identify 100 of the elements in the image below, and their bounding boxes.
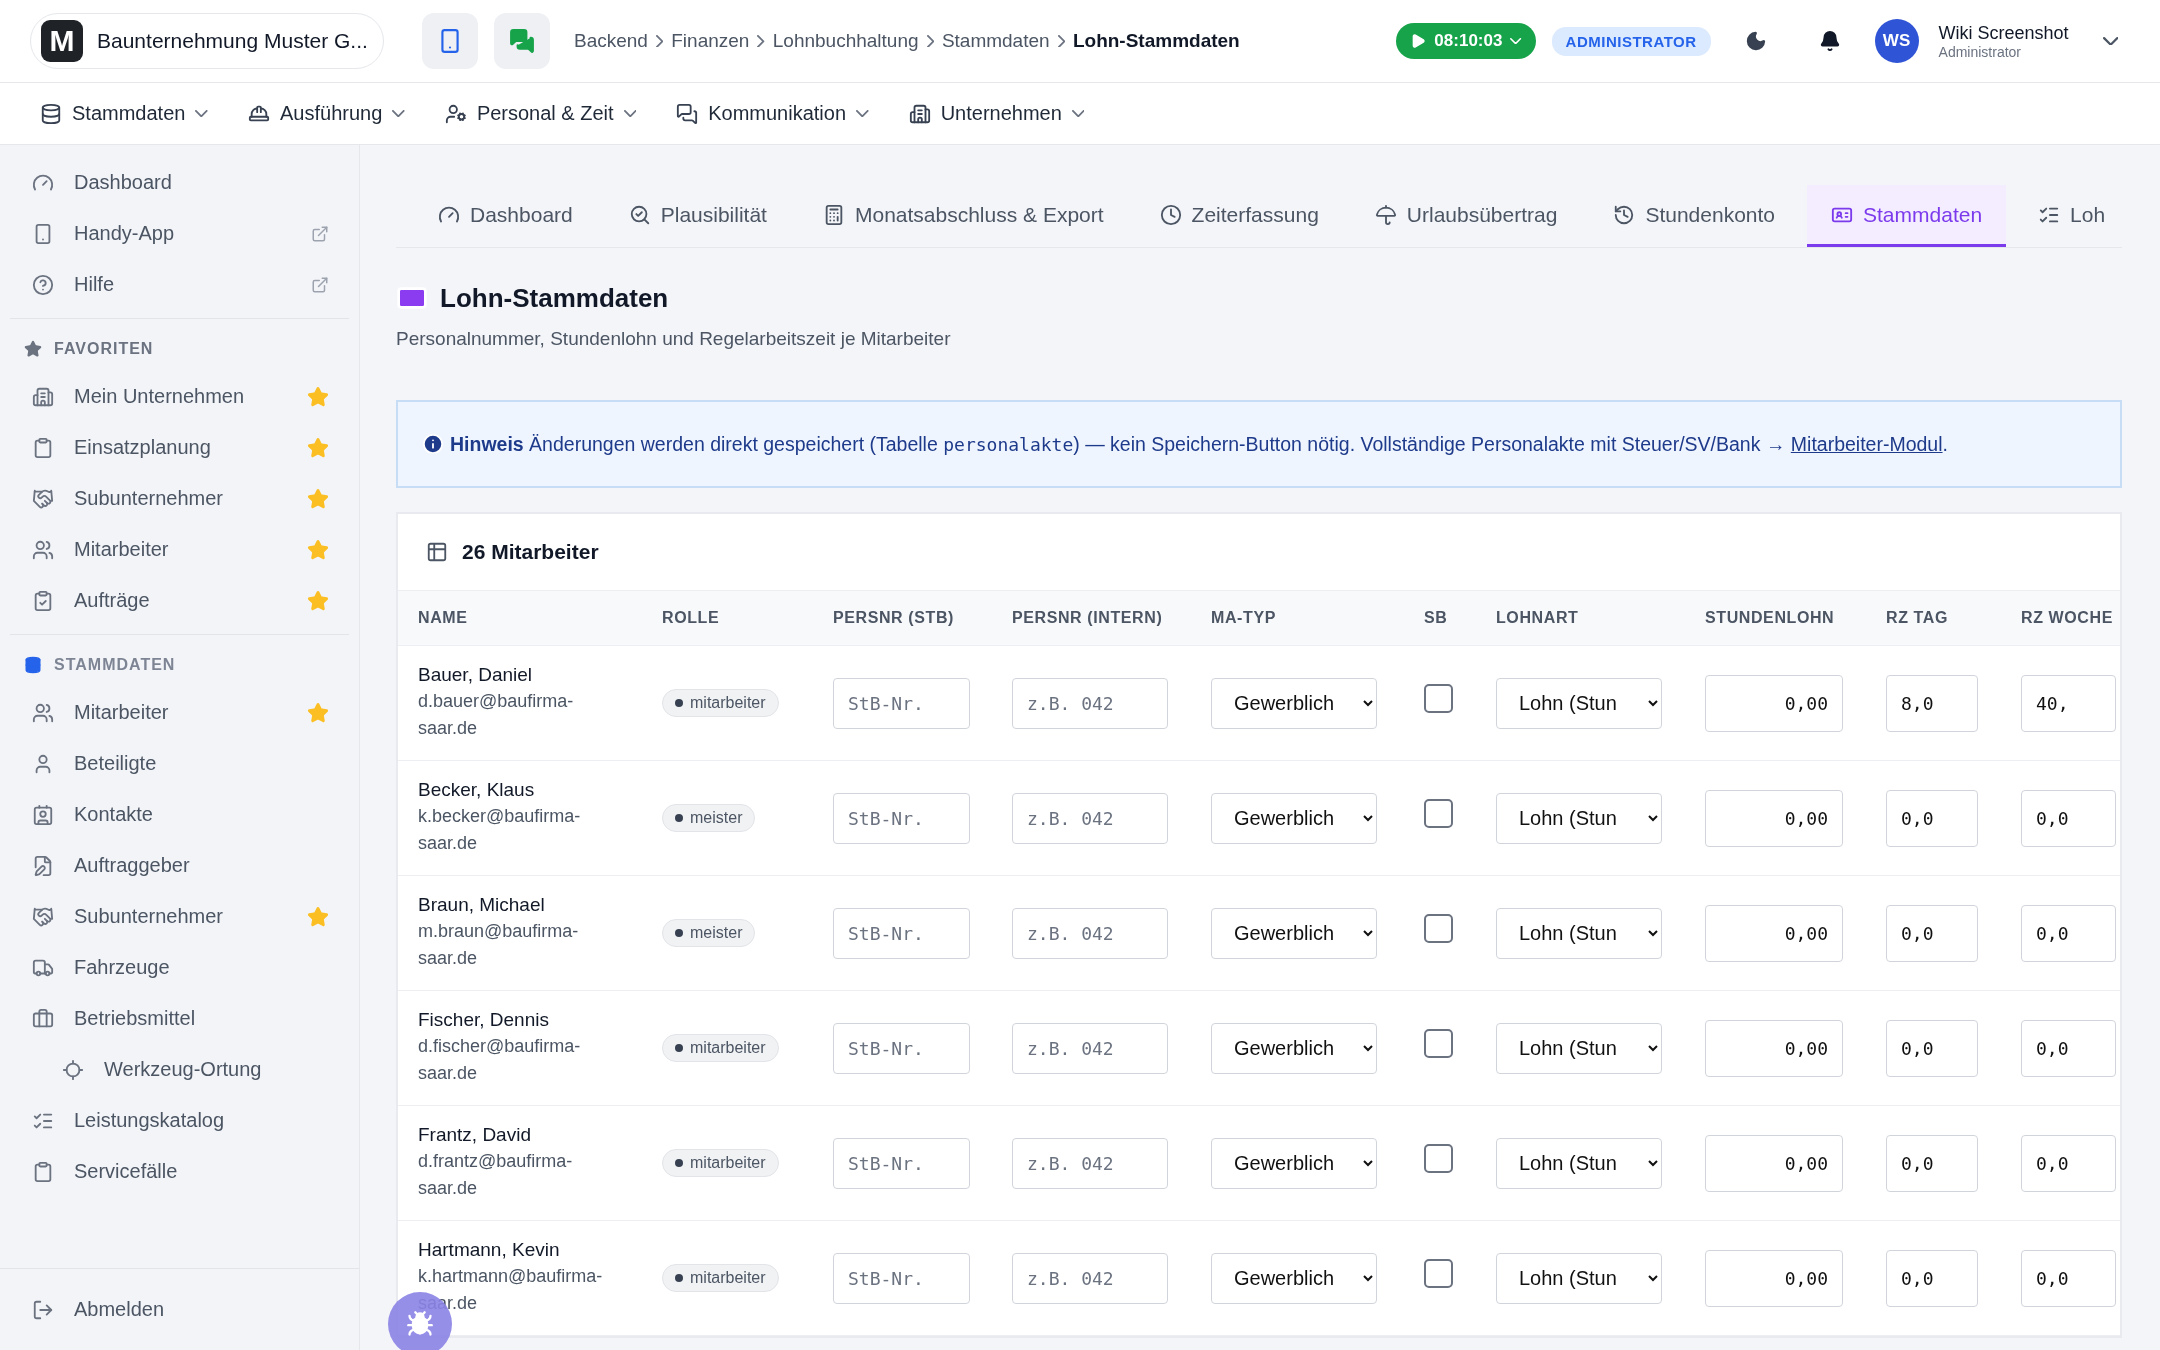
sidebar-item[interactable]: Werkzeug-Ortung <box>10 1044 349 1095</box>
input-field[interactable]: StB-Nr. <box>833 1137 970 1189</box>
sidebar-item[interactable]: Einsatzplanung <box>10 422 349 473</box>
input-field[interactable]: 0,00 <box>1705 1019 1843 1077</box>
input-field[interactable]: 0,00 <box>1705 904 1843 962</box>
tab[interactable]: Zeiterfassung <box>1135 185 1343 247</box>
input-field[interactable]: 8,0 <box>1886 674 1978 732</box>
select-field[interactable]: Lohn (Stun <box>1496 1022 1662 1074</box>
logout-link[interactable]: Abmelden <box>10 1284 185 1335</box>
checkbox[interactable] <box>1424 1143 1453 1173</box>
select-field[interactable]: Gewerblich <box>1211 677 1377 729</box>
input-field[interactable]: 0,0 <box>1886 1249 1978 1307</box>
tab[interactable]: Plausibilität <box>604 185 791 247</box>
input-field[interactable]: StB-Nr. <box>833 792 970 844</box>
nav-menu[interactable]: Kommunikation <box>676 102 869 125</box>
sidebar-item[interactable]: Auftraggeber <box>10 840 349 891</box>
input-field[interactable]: 0,00 <box>1705 1249 1843 1307</box>
input-field[interactable]: 0,0 <box>2021 1249 2116 1307</box>
star-icon[interactable] <box>307 905 329 928</box>
select-field[interactable]: Gewerblich <box>1211 1022 1377 1074</box>
checkbox[interactable] <box>1424 913 1453 943</box>
tab[interactable]: Dashboard <box>414 185 597 247</box>
sidebar-item[interactable]: Servicefälle <box>10 1146 349 1197</box>
mobile-app-button[interactable] <box>422 13 478 69</box>
star-icon[interactable] <box>307 487 329 510</box>
sidebar-item[interactable]: Mitarbeiter <box>10 524 349 575</box>
checkbox[interactable] <box>1424 798 1453 828</box>
breadcrumb-link[interactable]: Lohn-Stammdaten <box>1072 30 1240 52</box>
sidebar-item[interactable]: Mein Unternehmen <box>10 371 349 422</box>
breadcrumb-link[interactable]: Lohnbuchhaltung <box>772 30 919 52</box>
tab[interactable]: Loh <box>2014 185 2130 247</box>
input-field[interactable]: 0,0 <box>1886 1134 1978 1192</box>
sidebar-item[interactable]: Handy-App <box>10 208 349 259</box>
input-field[interactable]: StB-Nr. <box>833 907 970 959</box>
input-field[interactable]: 0,0 <box>2021 1134 2116 1192</box>
input-field[interactable]: 0,0 <box>2021 1019 2116 1077</box>
sidebar-item[interactable]: Betriebsmittel <box>10 993 349 1044</box>
input-field[interactable]: 0,0 <box>1886 904 1978 962</box>
star-icon[interactable] <box>307 385 329 408</box>
input-field[interactable]: 0,0 <box>2021 904 2116 962</box>
sidebar-item[interactable]: Dashboard <box>10 157 349 208</box>
breadcrumb-link[interactable]: Finanzen <box>671 30 750 52</box>
star-icon[interactable] <box>307 538 329 561</box>
sidebar-item[interactable]: Subunternehmer <box>10 891 349 942</box>
tab[interactable]: Monatsabschluss & Export <box>798 185 1128 247</box>
sidebar-item[interactable]: Beteiligte <box>10 738 349 789</box>
user-avatar[interactable]: WS <box>1874 19 1919 63</box>
input-field[interactable]: 40, <box>2021 674 2116 732</box>
input-field[interactable]: z.B. 042 <box>1012 1252 1168 1304</box>
breadcrumb-link[interactable]: Backend <box>574 30 648 52</box>
sidebar-item[interactable]: Leistungskatalog <box>10 1095 349 1146</box>
input-field[interactable]: 0,00 <box>1705 789 1843 847</box>
nav-menu[interactable]: Personal & Zeit <box>444 102 637 125</box>
select-field[interactable]: Lohn (Stun <box>1496 677 1662 729</box>
input-field[interactable]: z.B. 042 <box>1012 792 1168 844</box>
input-field[interactable]: z.B. 042 <box>1012 907 1168 959</box>
input-field[interactable]: 0,0 <box>1886 1019 1978 1077</box>
breadcrumb-link[interactable]: Stammdaten <box>941 30 1050 52</box>
input-field[interactable]: 0,0 <box>2021 789 2116 847</box>
sidebar-item[interactable]: Fahrzeuge <box>10 942 349 993</box>
sidebar-item[interactable]: Kontakte <box>10 789 349 840</box>
star-icon[interactable] <box>307 701 329 724</box>
input-field[interactable]: 0,0 <box>1886 789 1978 847</box>
input-field[interactable]: z.B. 042 <box>1012 1137 1168 1189</box>
input-field[interactable]: 0,00 <box>1705 1134 1843 1192</box>
select-field[interactable]: Lohn (Stun <box>1496 1137 1662 1189</box>
star-icon[interactable] <box>307 436 329 459</box>
tab[interactable]: Urlaubsübertrag <box>1350 185 1582 247</box>
sidebar-item[interactable]: Subunternehmer <box>10 473 349 524</box>
employee-name: Frantz, David <box>418 1124 532 1146</box>
chat-button[interactable] <box>494 13 550 69</box>
input-field[interactable]: z.B. 042 <box>1012 677 1168 729</box>
user-role: Administrator <box>1938 43 2023 60</box>
input-field[interactable]: 0,00 <box>1705 674 1843 732</box>
select-field[interactable]: Lohn (Stun <box>1496 1252 1662 1304</box>
select-field[interactable]: Gewerblich <box>1211 1137 1377 1189</box>
select-field[interactable]: Lohn (Stun <box>1496 907 1662 959</box>
select-field[interactable]: Lohn (Stun <box>1496 792 1662 844</box>
input-field[interactable]: z.B. 042 <box>1012 1022 1168 1074</box>
input-field[interactable]: StB-Nr. <box>833 1022 970 1074</box>
tab[interactable]: Stammdaten <box>1807 185 2007 247</box>
select-field[interactable]: Gewerblich <box>1211 907 1377 959</box>
star-icon[interactable] <box>307 589 329 612</box>
select-field[interactable]: Gewerblich <box>1211 792 1377 844</box>
nav-menu[interactable]: Ausführung <box>248 102 405 125</box>
checkbox[interactable] <box>1424 683 1453 713</box>
nav-menu[interactable]: Unternehmen <box>908 102 1085 125</box>
sidebar-item[interactable]: Aufträge <box>10 575 349 626</box>
sidebar-item[interactable]: Mitarbeiter <box>10 687 349 738</box>
nav-menu[interactable]: Stammdaten <box>40 102 208 125</box>
checkbox[interactable] <box>1424 1258 1453 1288</box>
module-link[interactable]: Mitarbeiter-Modul <box>1790 432 1943 455</box>
tab[interactable]: Stundenkonto <box>1589 185 1800 247</box>
company-switcher[interactable]: M Baunternehmung Muster G... <box>30 13 384 69</box>
input-field[interactable]: StB-Nr. <box>833 677 970 729</box>
table-icon <box>426 541 448 563</box>
input-field[interactable]: StB-Nr. <box>833 1252 970 1304</box>
sidebar-item[interactable]: Hilfe <box>10 259 349 310</box>
checkbox[interactable] <box>1424 1028 1453 1058</box>
select-field[interactable]: Gewerblich <box>1211 1252 1377 1304</box>
